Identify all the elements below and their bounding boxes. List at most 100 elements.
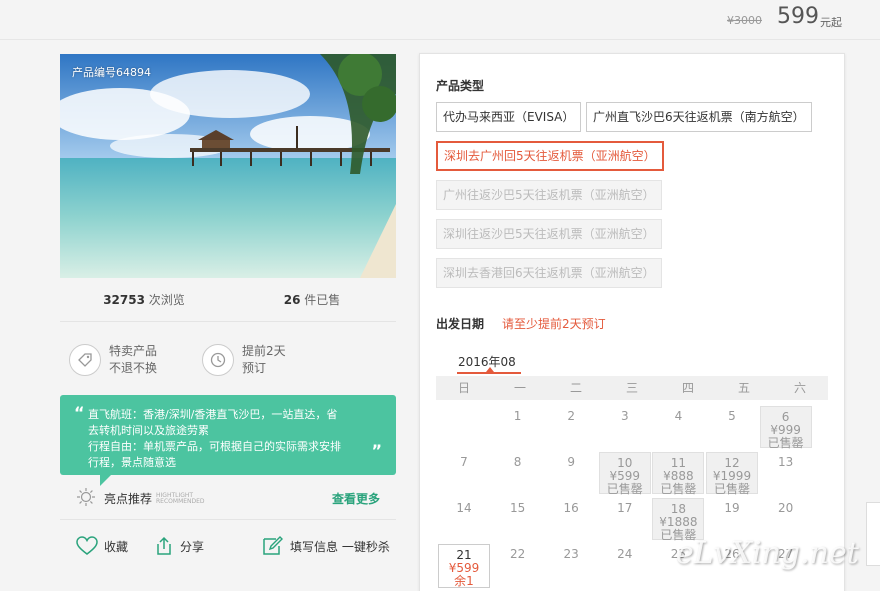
product-option-selected[interactable]: 深圳去广州回5天往返机票（亚洲航空） (436, 141, 664, 171)
open-quote: “ (74, 403, 85, 422)
day-status: 已售罄 (767, 436, 804, 450)
day-number: 2 (567, 409, 575, 423)
sun-icon (76, 487, 96, 511)
day-number: 24 (617, 547, 633, 561)
highlight-line: 行程，景点随意选 (88, 456, 176, 469)
product-option[interactable]: 广州直飞沙巴6天往返机票（南方航空） (586, 102, 812, 132)
feature-advance-booking: 提前2天 预订 (202, 343, 314, 377)
product-stats: 32753 次浏览 26 件已售 (60, 278, 396, 322)
product-option[interactable]: 代办马来西亚（EVISA） (436, 102, 582, 132)
watermark: eLvXing.net (676, 536, 859, 571)
booking-panel: 产品类型 代办马来西亚（EVISA） 广州直飞沙巴6天往返机票（南方航空） 深圳… (419, 53, 845, 591)
day-number: 9 (567, 455, 575, 469)
current-price: 599 (777, 4, 819, 29)
price-unit: 元起 (820, 16, 842, 29)
beach-pier-image (60, 54, 396, 278)
quick-fill-button[interactable]: 填写信息 一键秒杀 (262, 536, 390, 556)
departure-date-title: 出发日期 (436, 317, 485, 331)
highlight-line: 行程自由：单机票产品，可根据自己的实际需求安排 (88, 440, 341, 453)
action-bar: 收藏 分享 填写信息 一键秒杀 (60, 526, 396, 566)
calendar-day: 7 (438, 452, 490, 469)
calendar-day-available[interactable]: 6 ¥999 已售罄 (759, 406, 812, 450)
share-icon (157, 536, 171, 555)
day-number: 3 (620, 409, 629, 423)
side-toolbar-button[interactable] (866, 502, 880, 566)
weekday-header: 日 一 二 三 四 五 六 (436, 376, 828, 400)
weekday: 日 (457, 381, 470, 395)
calendar-day: 14 (438, 498, 490, 515)
day-number: 20 (777, 501, 794, 515)
calendar-day: 19 (706, 498, 758, 515)
weekday: 一 (513, 381, 526, 395)
calendar-day-available[interactable]: 18 ¥1888 已售罄 (652, 498, 705, 542)
favorite-button[interactable]: 收藏 (76, 536, 128, 556)
calendar-day: 16 (545, 498, 597, 515)
sold-count: 26 件已售 (283, 293, 341, 307)
calendar-day-available[interactable]: 10 ¥599 已售罄 (598, 452, 651, 496)
product-info: 产品编号64894 32753 次浏览 26 件已售 特卖产品 不退不换 提前2天… (60, 54, 396, 555)
view-count: 32753 次浏览 (103, 293, 185, 307)
product-type-title: 产品类型 (436, 79, 485, 93)
day-number: 13 (777, 455, 794, 469)
day-number: 19 (724, 501, 740, 515)
calendar-day-available[interactable]: 21 ¥599 余1 (438, 544, 490, 588)
recommend-label: 亮点推荐 (104, 492, 153, 506)
calendar-day: 4 (652, 406, 704, 423)
weekday: 六 (793, 381, 806, 395)
month-underline (457, 372, 521, 374)
day-status: 已售罄 (713, 482, 750, 496)
calendar-day: 22 (492, 544, 544, 561)
calendar-day: 9 (545, 452, 597, 469)
highlight-recommend-row: 亮点推荐 HIGHTLIGHT RECOMMENDED 查看更多 (60, 478, 396, 520)
highlight-box: “ ” 直飞航班：香港/深圳/香港直飞沙巴，一站直达，省 去转机时间以及旅途劳累… (60, 395, 396, 475)
day-number: 14 (456, 501, 472, 515)
product-photo[interactable]: 产品编号64894 (60, 54, 396, 278)
recommend-label-en: HIGHTLIGHT RECOMMENDED (156, 491, 205, 505)
weekday: 四 (681, 381, 694, 395)
weekday: 三 (625, 381, 638, 395)
calendar-day: 17 (599, 498, 651, 515)
month-pointer (486, 367, 494, 372)
calendar-day: 23 (545, 544, 597, 561)
product-option-disabled: 广州往返沙巴5天往返机票（亚洲航空） (436, 180, 662, 210)
price-bar: ¥3000 599 元起 (0, 0, 880, 40)
calendar-day: 2 (545, 406, 597, 423)
calendar-day: 20 (760, 498, 812, 515)
day-number: 4 (674, 409, 683, 423)
calendar-day: 13 (760, 452, 812, 469)
day-number: 15 (509, 501, 526, 515)
day-status: 已售罄 (660, 482, 697, 496)
view-more-link[interactable]: 查看更多 (332, 490, 380, 507)
booking-hint: 请至少提前2天预订 (502, 317, 606, 331)
day-number: 22 (509, 547, 526, 561)
day-number: 5 (728, 409, 736, 423)
calendar-day-available[interactable]: 11 ¥888 已售罄 (652, 452, 705, 496)
calendar-day: 3 (599, 406, 651, 423)
calendar-day: 1 (492, 406, 544, 423)
feature-list: 特卖产品 不退不换 提前2天 预订 (60, 322, 396, 398)
day-status: 余1 (454, 574, 474, 588)
highlight-line: 去转机时间以及旅途劳累 (88, 424, 209, 437)
heart-icon (76, 536, 98, 555)
product-code: 产品编号64894 (72, 66, 151, 79)
share-button[interactable]: 分享 (154, 536, 204, 556)
original-price: ¥3000 (727, 14, 762, 27)
calendar-day: 8 (492, 452, 544, 469)
clock-icon (202, 343, 234, 376)
tag-icon (69, 343, 101, 376)
calendar-day-available[interactable]: 12 ¥1999 已售罄 (706, 452, 758, 496)
calendar-day: 15 (492, 498, 544, 515)
calendar-day: 24 (599, 544, 651, 561)
day-number: 7 (460, 455, 468, 469)
edit-icon (263, 536, 284, 555)
feature-special-sale: 特卖产品 不退不换 (69, 343, 181, 377)
day-number: 16 (563, 501, 579, 515)
close-quote: ” (371, 441, 382, 460)
product-option-disabled: 深圳去香港回6天往返机票（亚洲航空） (436, 258, 662, 288)
weekday: 二 (569, 381, 582, 395)
day-number: 8 (513, 455, 522, 469)
calendar-day: 5 (706, 406, 758, 423)
day-number: 23 (563, 547, 579, 561)
day-number: 1 (513, 409, 522, 423)
highlight-line: 直飞航班：香港/深圳/香港直飞沙巴，一站直达，省 (88, 408, 338, 421)
